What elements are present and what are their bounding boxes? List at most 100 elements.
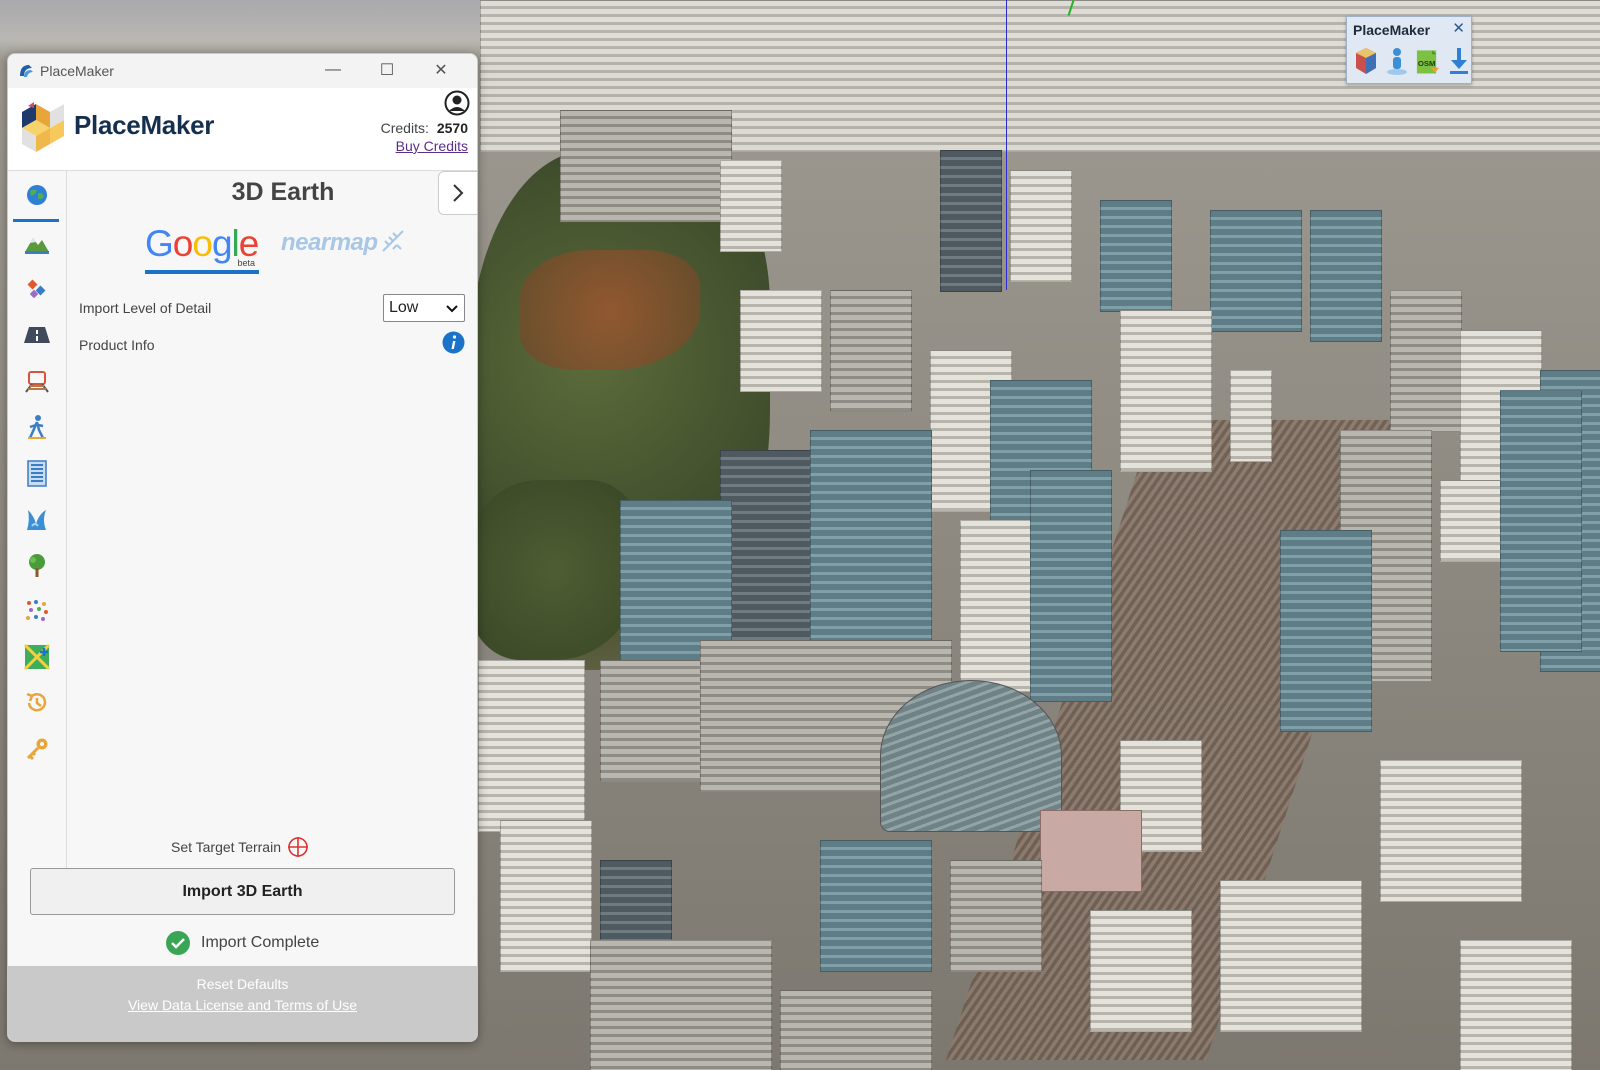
building xyxy=(950,860,1042,972)
brand-name: PlaceMaker xyxy=(74,110,215,140)
lod-value: Low xyxy=(389,299,419,316)
building xyxy=(830,290,912,412)
close-button[interactable]: ✕ xyxy=(414,54,468,86)
nav-pedestrian[interactable] xyxy=(17,409,57,445)
building xyxy=(1280,530,1372,732)
placemaker-window: PlaceMaker — ☐ ✕ PlaceMaker Credits: 2570… xyxy=(7,53,478,1042)
building xyxy=(1100,200,1172,312)
station-plaza xyxy=(1040,810,1142,892)
nav-imagery[interactable] xyxy=(17,271,57,307)
nav-water[interactable] xyxy=(17,501,57,537)
nav-buildings[interactable] xyxy=(17,455,57,491)
nearmap-satellite-icon xyxy=(382,230,404,252)
building xyxy=(1090,910,1192,1032)
chevron-right-icon xyxy=(453,184,464,202)
nearmap-logo: nearmap xyxy=(281,229,378,256)
provider-nearmap-tab[interactable]: nearmap xyxy=(281,229,411,269)
person-icon[interactable] xyxy=(1384,45,1409,77)
nav-license-key[interactable] xyxy=(17,731,57,767)
lod-select[interactable]: Low xyxy=(383,294,465,322)
building xyxy=(960,520,1032,692)
expand-panel-button[interactable] xyxy=(438,171,477,215)
pedestrian-icon xyxy=(28,415,46,439)
import-3d-earth-button[interactable]: Import 3D Earth xyxy=(30,868,455,915)
user-account-icon[interactable] xyxy=(444,90,470,116)
building xyxy=(1120,310,1212,472)
credits-display: Credits: 2570 xyxy=(381,120,468,136)
osm-icon[interactable]: OSM xyxy=(1415,45,1440,77)
info-icon[interactable] xyxy=(442,331,465,354)
active-provider-indicator xyxy=(145,270,259,274)
set-target-terrain-label: Set Target Terrain xyxy=(171,839,281,855)
maximize-button[interactable]: ☐ xyxy=(360,54,414,86)
nav-trees[interactable] xyxy=(17,547,57,583)
chevron-down-icon xyxy=(446,305,458,313)
building xyxy=(720,450,812,642)
buy-credits-link[interactable]: Buy Credits xyxy=(396,138,468,154)
nav-rail[interactable] xyxy=(17,363,57,399)
reset-defaults-link[interactable]: Reset Defaults xyxy=(8,976,477,992)
railway-icon xyxy=(25,371,49,393)
building xyxy=(1390,290,1462,432)
active-nav-indicator xyxy=(13,219,59,222)
building xyxy=(1030,470,1112,702)
window-titlebar[interactable]: PlaceMaker — ☐ ✕ xyxy=(8,54,477,88)
building xyxy=(1500,390,1582,652)
import-status: Import Complete xyxy=(165,930,319,956)
osm-text: OSM xyxy=(1418,59,1436,68)
view-license-link[interactable]: View Data License and Terms of Use xyxy=(8,997,477,1013)
toolbar-title: PlaceMaker xyxy=(1353,22,1431,38)
nav-roads[interactable] xyxy=(17,317,57,353)
import-status-text: Import Complete xyxy=(201,934,320,951)
building xyxy=(1220,880,1362,1032)
curved-roof-building xyxy=(880,680,1062,832)
set-target-terrain[interactable]: Set Target Terrain xyxy=(171,836,309,858)
trees-icon xyxy=(29,554,45,577)
building xyxy=(720,160,782,252)
building xyxy=(940,150,1002,292)
park-area xyxy=(520,250,700,370)
building xyxy=(1210,210,1302,332)
model-axis-blue xyxy=(1006,0,1007,290)
side-nav xyxy=(8,171,67,903)
building xyxy=(500,820,592,972)
cube-icon[interactable] xyxy=(1353,45,1378,77)
credits-value: 2570 xyxy=(436,120,468,136)
building xyxy=(1010,170,1072,282)
download-icon[interactable] xyxy=(1446,45,1471,77)
building xyxy=(560,110,732,222)
beta-badge: beta xyxy=(237,258,255,268)
minimize-button[interactable]: — xyxy=(306,54,360,86)
building xyxy=(1230,370,1272,462)
park-area xyxy=(470,480,640,660)
app-logo-icon xyxy=(20,65,33,77)
building xyxy=(1460,940,1572,1070)
history-icon xyxy=(26,692,47,712)
building xyxy=(780,990,932,1070)
nav-terrain[interactable] xyxy=(17,225,57,261)
placemaker-toolbar: PlaceMaker ✕ OSM xyxy=(1346,16,1472,84)
satellite-imagery-icon xyxy=(27,279,46,299)
check-circle-icon xyxy=(166,931,190,955)
credits-label: Credits: xyxy=(380,120,429,136)
nav-history[interactable] xyxy=(17,685,57,721)
provider-google-tab[interactable]: Google beta xyxy=(145,224,259,274)
water-icon xyxy=(27,510,46,530)
building xyxy=(1380,760,1522,902)
building xyxy=(820,840,932,972)
nav-3d-earth[interactable] xyxy=(17,177,57,213)
scatter-icon xyxy=(26,600,48,621)
toolbar-close-icon[interactable]: ✕ xyxy=(1452,19,1465,37)
3d-earth-globe-icon xyxy=(27,185,47,205)
window-title: PlaceMaker xyxy=(40,63,114,79)
panel-title: 3D Earth xyxy=(231,178,335,206)
crosshair-icon xyxy=(288,837,308,857)
product-info-label: Product Info xyxy=(79,337,155,353)
toolbar-icon-row: OSM xyxy=(1353,45,1471,77)
building xyxy=(1310,210,1382,342)
building xyxy=(740,290,822,392)
nav-custom-map[interactable] xyxy=(17,639,57,675)
lod-label: Import Level of Detail xyxy=(79,300,212,316)
roads-icon xyxy=(24,327,50,343)
nav-scatter[interactable] xyxy=(17,593,57,629)
